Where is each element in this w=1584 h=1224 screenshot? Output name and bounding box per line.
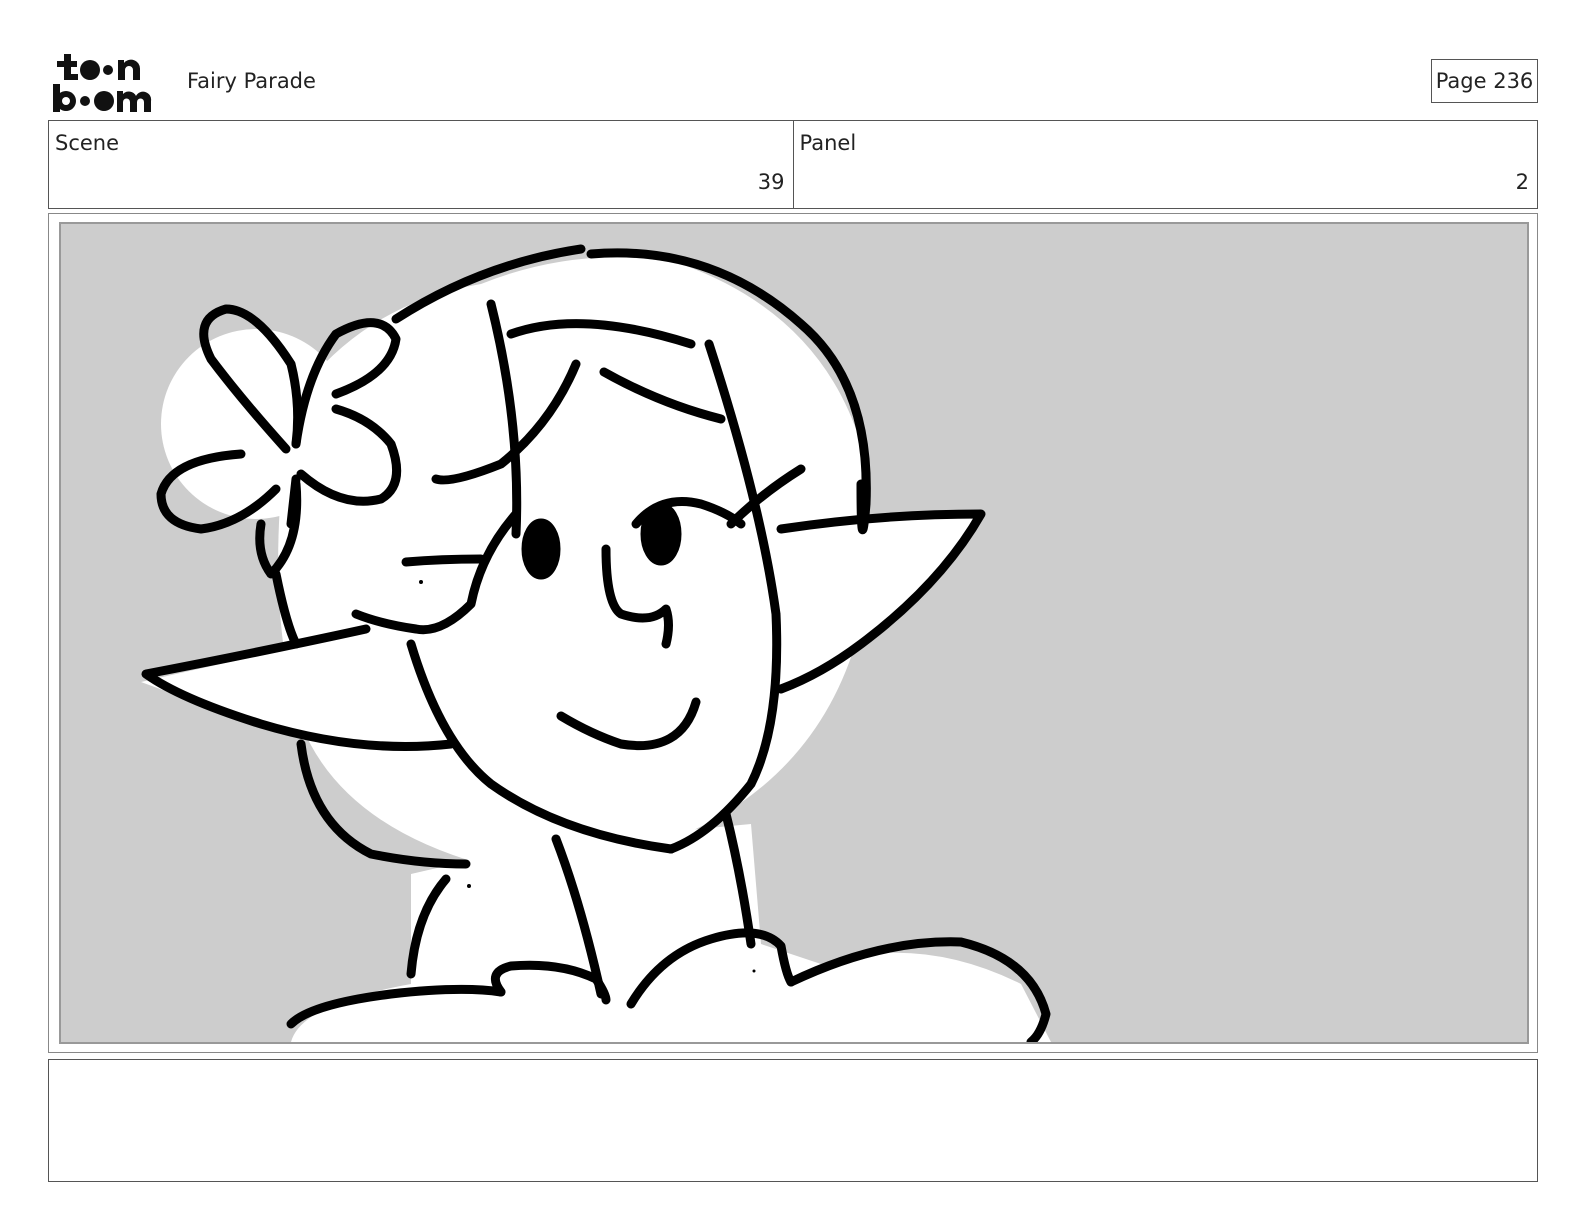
page-number: Page 236: [1431, 59, 1538, 103]
panel-label: Panel: [799, 131, 857, 155]
fairy-sketch: [141, 244, 1051, 1042]
panel-cell: Panel 2: [792, 121, 1538, 208]
scene-number: 39: [757, 170, 785, 194]
toonboom-logo: [53, 54, 152, 112]
panel-frame: [48, 213, 1538, 1053]
scene-label: Scene: [55, 131, 120, 155]
panel-number: 2: [1515, 170, 1529, 194]
project-title: Fairy Parade: [187, 69, 316, 93]
scene-panel-info: Scene 39 Panel 2: [48, 120, 1538, 209]
scene-cell: Scene 39: [49, 121, 793, 208]
storyboard-drawing: [59, 222, 1529, 1044]
panel-notes: [48, 1059, 1538, 1182]
